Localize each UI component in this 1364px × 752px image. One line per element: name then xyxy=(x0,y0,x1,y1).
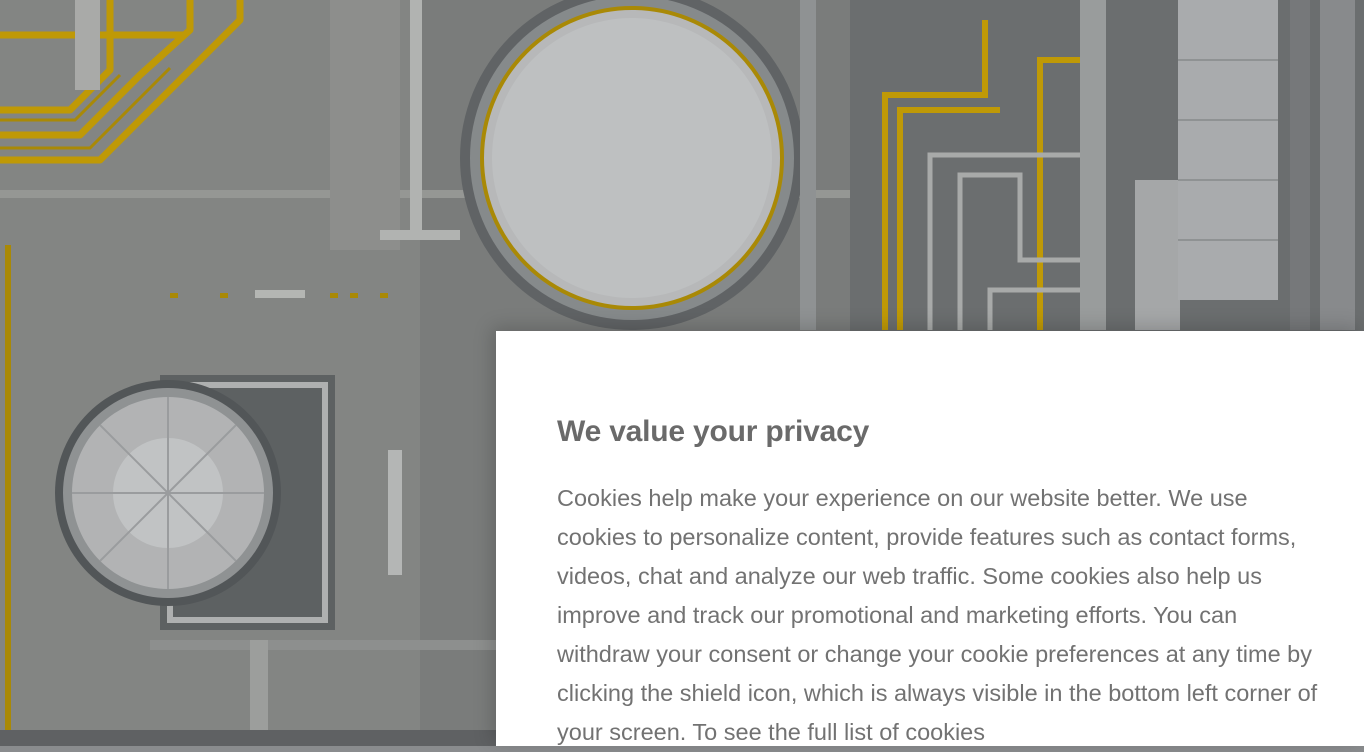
consent-title: We value your privacy xyxy=(557,415,870,448)
consent-description: Cookies help make your experience on our… xyxy=(557,485,1318,745)
cookie-consent-dialog: We value your privacy Cookies help make … xyxy=(496,331,1364,746)
